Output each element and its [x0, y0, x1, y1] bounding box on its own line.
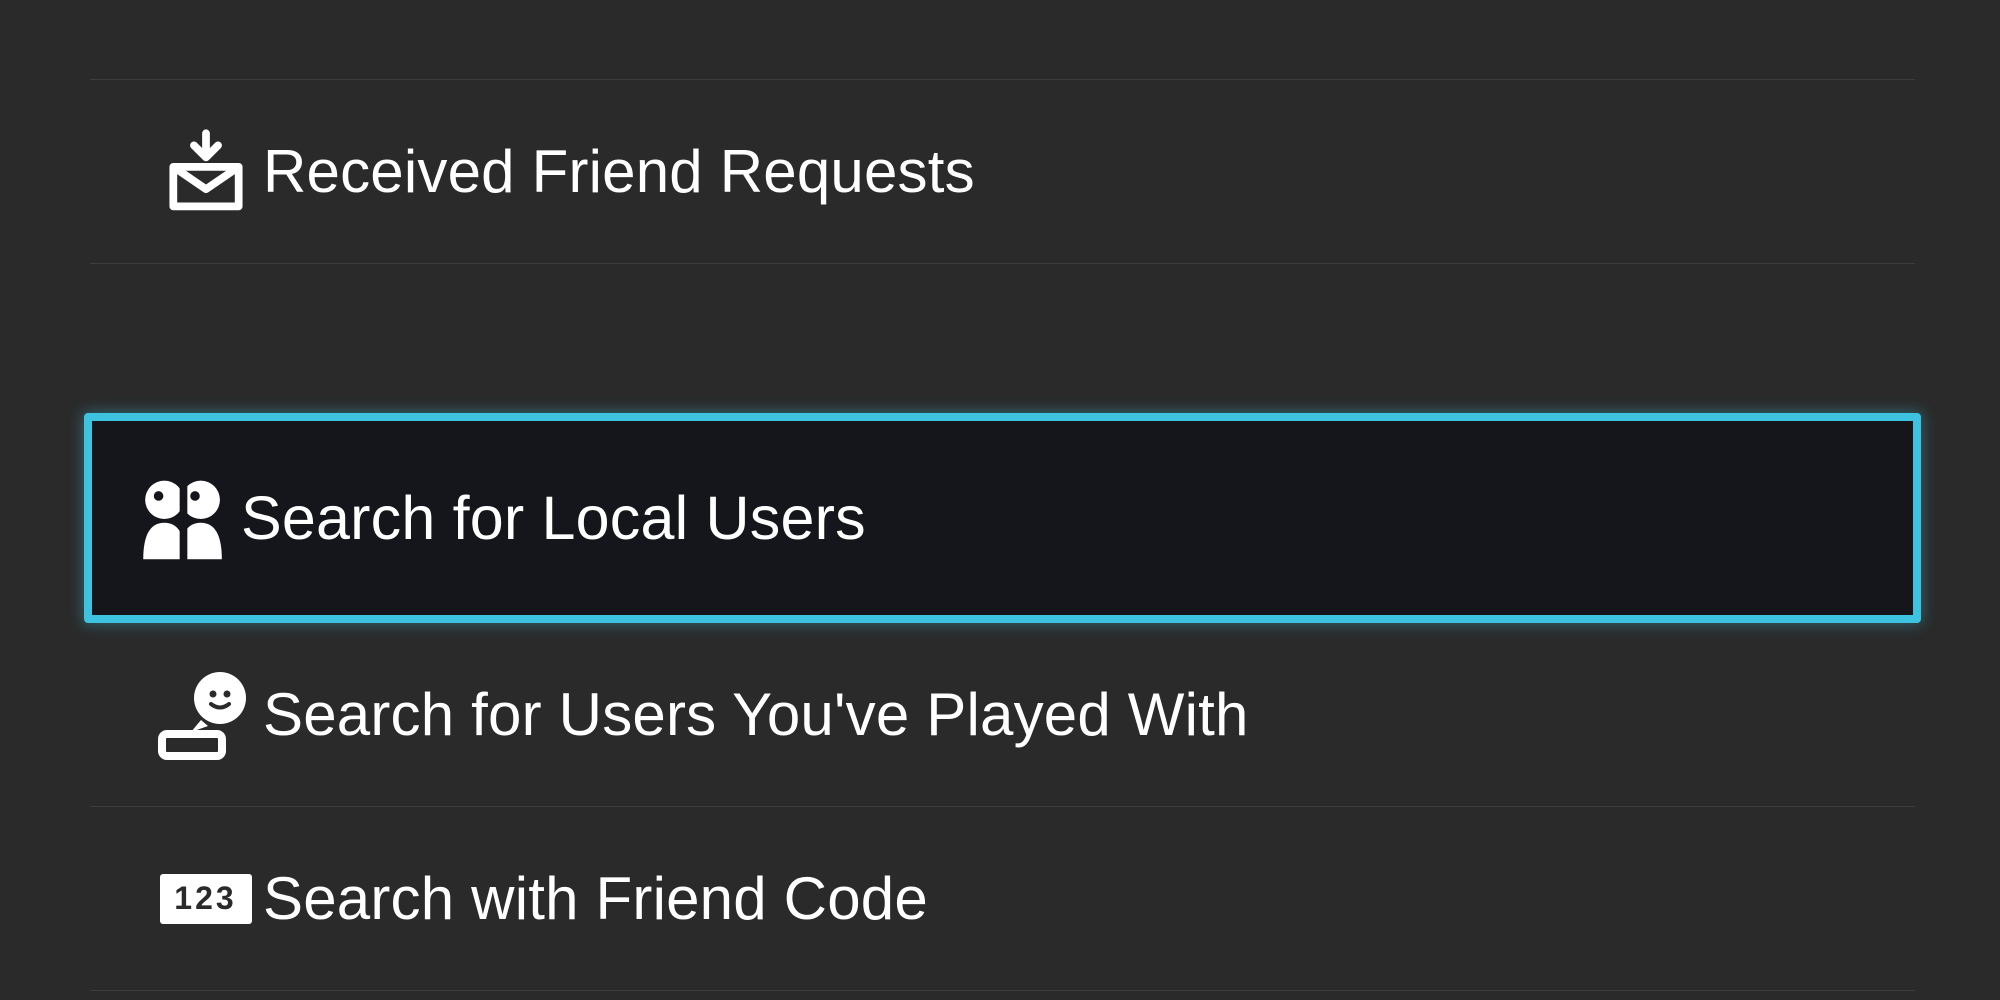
friend-code-icon: 123: [148, 874, 263, 924]
selection-highlight: Search for Local Users: [84, 413, 1921, 623]
menu-item-received-requests[interactable]: Received Friend Requests: [90, 79, 1915, 264]
two-users-icon: [126, 473, 241, 563]
menu-item-label: Received Friend Requests: [263, 137, 975, 206]
menu-item-label: Search for Local Users: [241, 483, 866, 553]
friend-menu-screen: Received Friend Requests: [0, 0, 2000, 1000]
inbox-download-icon: [148, 129, 263, 215]
menu-item-friend-code[interactable]: 123 Search with Friend Code: [90, 806, 1915, 991]
code-badge: 123: [160, 874, 252, 924]
menu-item-local-users[interactable]: Search for Local Users: [90, 413, 1915, 623]
console-user-icon: [148, 668, 263, 760]
section-gap: [90, 264, 1915, 414]
menu-item-label: Search with Friend Code: [263, 864, 928, 933]
menu-item-label: Search for Users You've Played With: [263, 680, 1249, 749]
menu-item-played-with[interactable]: Search for Users You've Played With: [90, 622, 1915, 807]
menu-list: Received Friend Requests: [90, 80, 1915, 991]
